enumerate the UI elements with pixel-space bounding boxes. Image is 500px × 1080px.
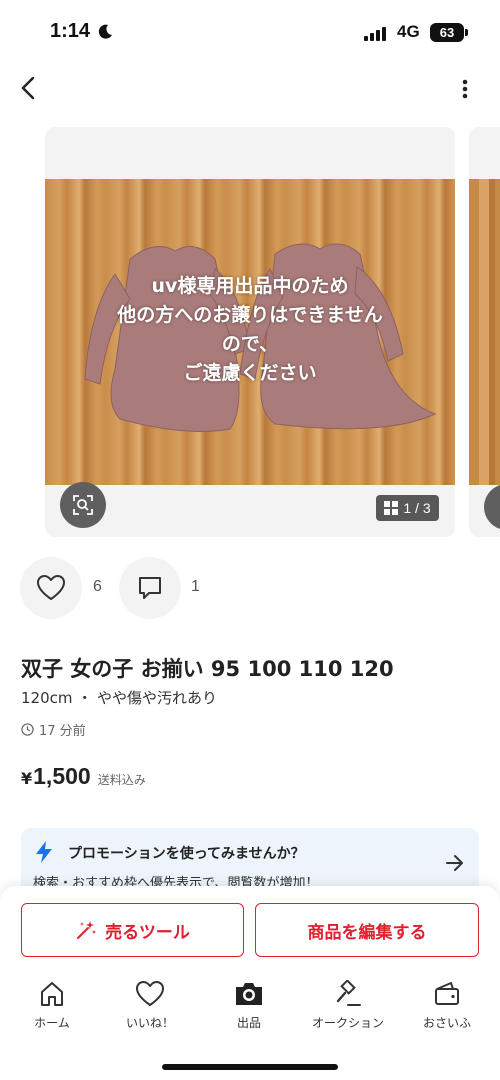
image-carousel[interactable]: uv様専用出品中のため 他の方へのお譲りはできません ので、 ご遠慮ください 1… bbox=[45, 127, 455, 537]
lens-icon bbox=[73, 495, 93, 515]
comment-count: 1 bbox=[191, 578, 200, 595]
product-photo[interactable]: uv様専用出品中のため 他の方へのお譲りはできません ので、 ご遠慮ください bbox=[45, 179, 455, 485]
tab-wallet-label: おさいふ bbox=[422, 1016, 471, 1030]
battery-icon: 63 bbox=[430, 23, 468, 42]
posted-time-text: 17 分前 bbox=[39, 724, 86, 739]
comment-icon bbox=[139, 577, 161, 599]
sell-tools-button[interactable]: 売るツール bbox=[21, 903, 244, 957]
gavel-icon bbox=[336, 980, 361, 1006]
like-button[interactable] bbox=[20, 557, 82, 619]
shipping-note: 送料込み bbox=[97, 773, 146, 787]
price-value: 1,500 bbox=[33, 763, 91, 789]
tab-likes[interactable]: いいね！ bbox=[105, 978, 195, 1034]
photo-overlay-text: uv様専用出品中のため 他の方へのお譲りはできません ので、 ご遠慮ください bbox=[45, 272, 455, 388]
image-page-counter[interactable]: 1 / 3 bbox=[376, 495, 439, 521]
promotion-title: プロモーションを使ってみませんか？ bbox=[68, 846, 305, 862]
overlay-line: uv様専用出品中のため bbox=[151, 275, 349, 297]
overlay-line: ので、 bbox=[221, 333, 279, 355]
tab-sell-label: 出品 bbox=[236, 1016, 261, 1030]
status-time: 1:14 bbox=[50, 20, 91, 42]
more-options-button[interactable] bbox=[452, 74, 478, 104]
heart-icon bbox=[37, 575, 65, 600]
sell-tools-label: 売るツール bbox=[105, 922, 190, 943]
lightning-icon bbox=[36, 841, 52, 863]
status-bar: 1:14 4G 63 bbox=[0, 0, 500, 66]
network-type: 4G bbox=[397, 22, 420, 41]
edit-item-label: 商品を編集する bbox=[307, 922, 427, 943]
page-counter-text: 1 / 3 bbox=[403, 500, 431, 516]
image-search-button[interactable] bbox=[60, 482, 106, 528]
camera-icon bbox=[236, 983, 262, 1005]
price: ¥ 1,500 送料込み bbox=[21, 763, 146, 790]
clock-icon bbox=[21, 723, 34, 736]
more-vertical-icon bbox=[462, 79, 468, 99]
posted-time: 17 分前 bbox=[21, 720, 86, 739]
tab-auction-label: オークション bbox=[311, 1016, 384, 1030]
price-currency: ¥ bbox=[21, 769, 33, 788]
signal-icon bbox=[364, 26, 386, 41]
back-button[interactable] bbox=[14, 72, 42, 104]
home-indicator[interactable] bbox=[162, 1064, 338, 1070]
heart-icon bbox=[136, 981, 164, 1006]
like-count: 6 bbox=[93, 578, 102, 595]
moon-icon bbox=[98, 24, 112, 39]
wallet-icon bbox=[435, 982, 459, 1005]
arrow-right-icon bbox=[446, 855, 463, 871]
next-photo bbox=[469, 179, 500, 485]
tab-auction[interactable]: オークション bbox=[303, 978, 393, 1034]
comment-button[interactable] bbox=[119, 557, 181, 619]
tab-home-label: ホーム bbox=[34, 1016, 70, 1030]
grid-icon bbox=[384, 501, 399, 515]
tab-sell[interactable]: 出品 bbox=[204, 978, 294, 1034]
item-size-condition: 120cm ・ やや傷や汚れあり bbox=[21, 689, 218, 707]
next-image-search-button bbox=[484, 484, 500, 530]
overlay-line: 他の方へのお譲りはできません bbox=[117, 304, 383, 326]
overlay-line: ご遠慮ください bbox=[183, 362, 317, 384]
tab-wallet[interactable]: おさいふ bbox=[402, 978, 492, 1034]
home-icon bbox=[41, 982, 63, 1006]
chevron-left-icon bbox=[21, 76, 35, 100]
edit-item-button[interactable]: 商品を編集する bbox=[255, 903, 479, 957]
sparkle-wand-icon bbox=[77, 921, 97, 939]
tab-home[interactable]: ホーム bbox=[7, 978, 97, 1034]
tab-likes-label: いいね！ bbox=[125, 1016, 174, 1030]
item-title: 双子 女の子 お揃い 95 100 110 120 bbox=[21, 657, 394, 681]
next-image-peek[interactable] bbox=[469, 127, 500, 537]
